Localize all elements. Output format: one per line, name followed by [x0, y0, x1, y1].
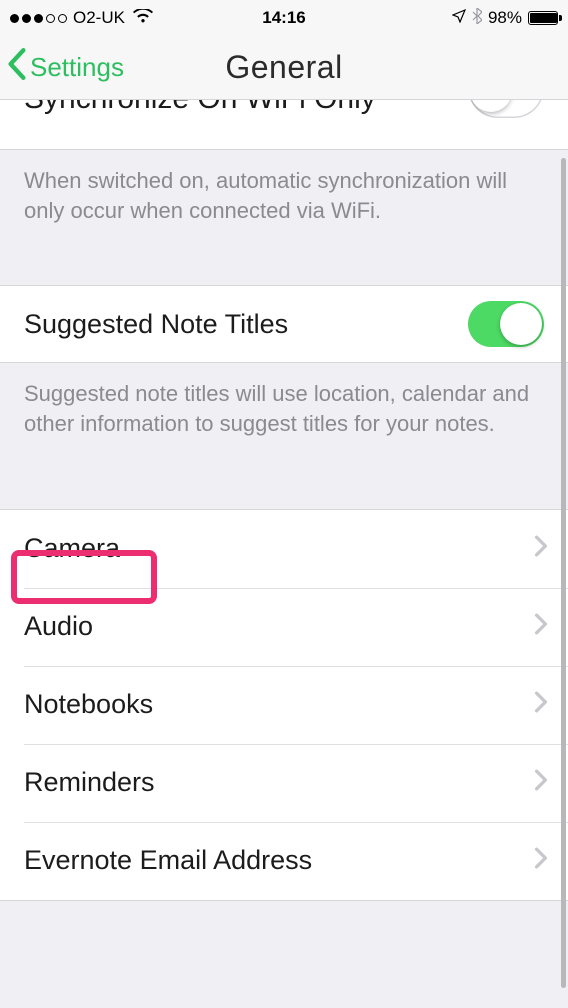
- wifi-sync-row[interactable]: Synchronize On WiFi Only: [0, 100, 568, 150]
- signal-strength-icon: [10, 14, 67, 23]
- nav-row-email[interactable]: Evernote Email Address: [0, 822, 568, 900]
- content-area[interactable]: Synchronize On WiFi Only When switched o…: [0, 100, 568, 1008]
- chevron-right-icon: [534, 845, 548, 876]
- nav-row-notebooks[interactable]: Notebooks: [0, 666, 568, 744]
- suggested-titles-row[interactable]: Suggested Note Titles: [0, 286, 568, 362]
- bottom-gap: [0, 900, 568, 945]
- nav-label-notebooks: Notebooks: [24, 689, 534, 720]
- chevron-left-icon: [6, 48, 28, 87]
- wifi-icon: [133, 8, 153, 28]
- nav-label-camera: Camera: [24, 533, 534, 564]
- status-time: 14:16: [262, 8, 305, 28]
- bluetooth-icon: [472, 8, 482, 29]
- status-right: 98%: [452, 8, 558, 29]
- wifi-sync-toggle[interactable]: [468, 100, 544, 118]
- nav-list-group: Camera Audio Notebooks Reminders Evernot…: [0, 509, 568, 900]
- wifi-sync-footer: When switched on, automatic synchronizat…: [0, 150, 568, 285]
- nav-label-audio: Audio: [24, 611, 534, 642]
- suggested-titles-group: Suggested Note Titles: [0, 285, 568, 363]
- battery-percent: 98%: [488, 8, 522, 28]
- nav-row-audio[interactable]: Audio: [0, 588, 568, 666]
- nav-row-camera[interactable]: Camera: [0, 510, 568, 588]
- screen: O2-UK 14:16 98% Settings General: [0, 0, 568, 1008]
- chevron-right-icon: [534, 611, 548, 642]
- suggested-titles-label: Suggested Note Titles: [24, 309, 468, 340]
- scroll-indicator[interactable]: [561, 158, 566, 988]
- chevron-right-icon: [534, 533, 548, 564]
- status-left: O2-UK: [10, 8, 153, 28]
- chevron-right-icon: [534, 767, 548, 798]
- nav-header: Settings General: [0, 36, 568, 100]
- page-title: General: [225, 49, 342, 86]
- status-bar: O2-UK 14:16 98%: [0, 0, 568, 36]
- chevron-right-icon: [534, 689, 548, 720]
- nav-label-email: Evernote Email Address: [24, 845, 534, 876]
- back-label: Settings: [30, 52, 124, 83]
- carrier-label: O2-UK: [73, 8, 125, 28]
- suggested-titles-toggle[interactable]: [468, 301, 544, 347]
- nav-row-reminders[interactable]: Reminders: [0, 744, 568, 822]
- suggested-titles-footer: Suggested note titles will use location,…: [0, 363, 568, 508]
- wifi-sync-label: Synchronize On WiFi Only: [24, 100, 468, 116]
- back-button[interactable]: Settings: [0, 48, 124, 87]
- location-icon: [452, 8, 466, 28]
- nav-label-reminders: Reminders: [24, 767, 534, 798]
- battery-icon: [528, 11, 558, 25]
